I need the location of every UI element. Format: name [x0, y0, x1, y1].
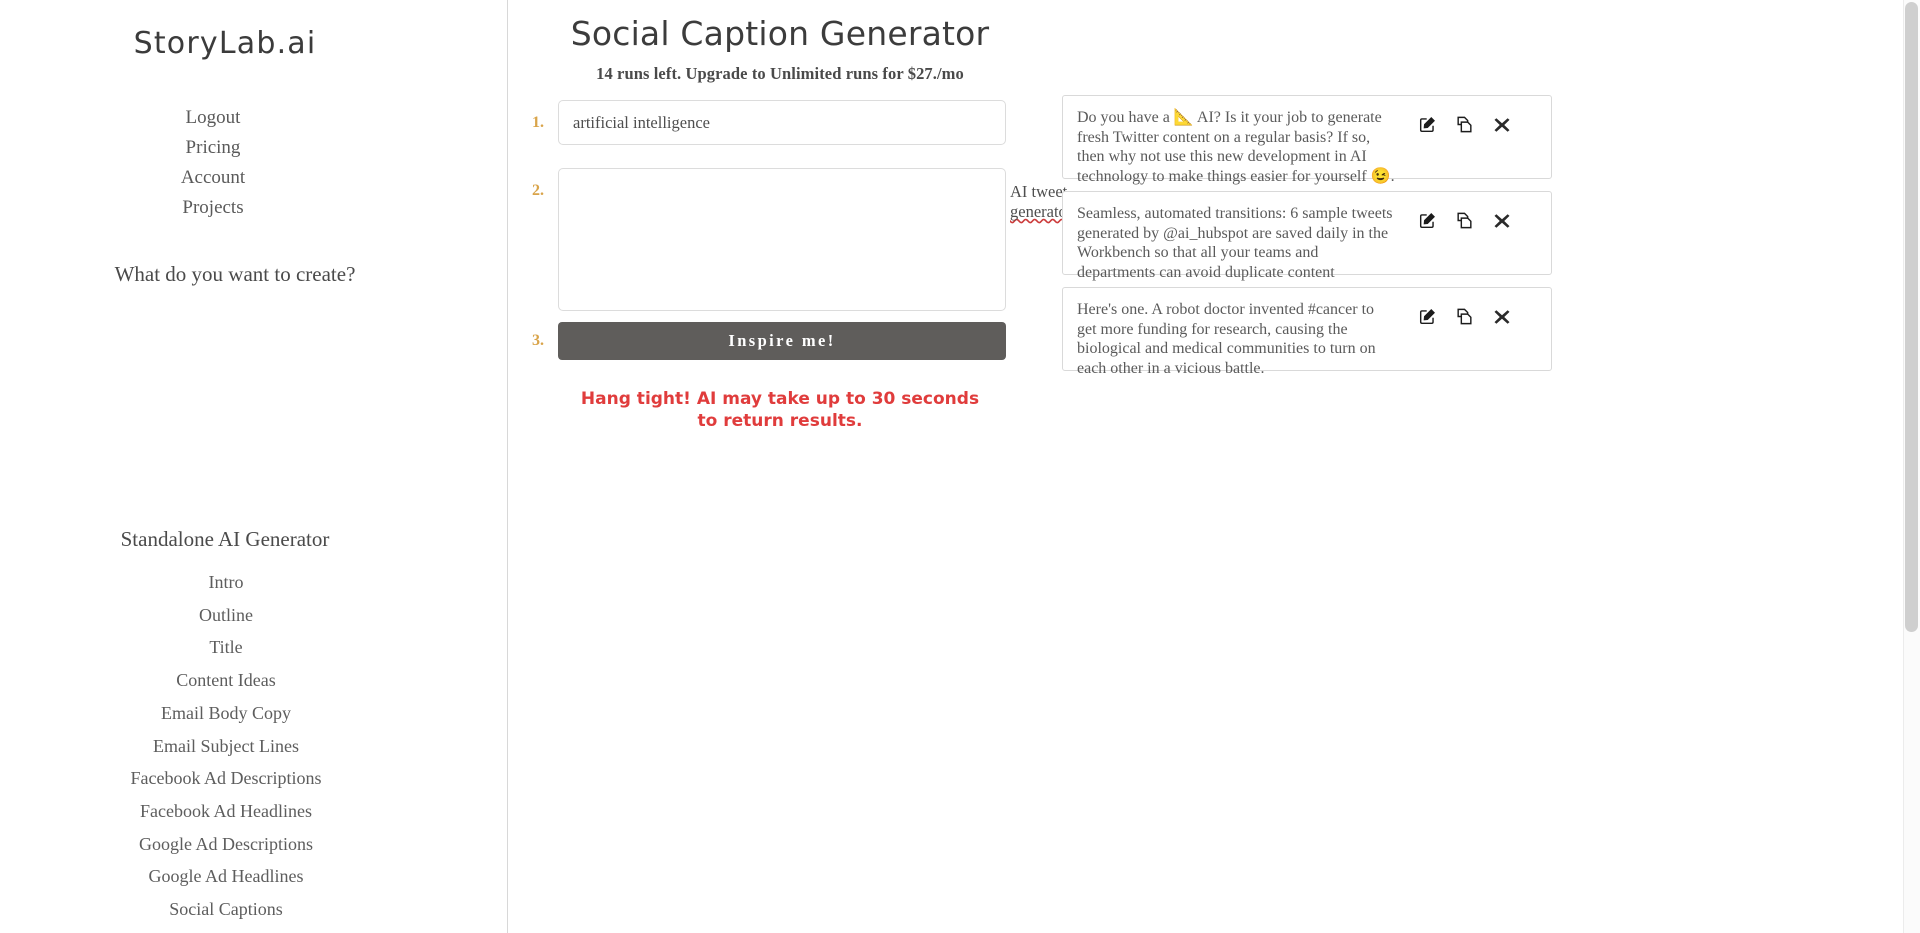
form-row-submit: 3. Inspire me!: [532, 322, 1032, 360]
generator-list: Intro Outline Title Content Ideas Email …: [0, 566, 452, 926]
result-card: Here's one. A robot doctor invented #can…: [1062, 287, 1552, 377]
standalone-generator-heading: Standalone AI Generator: [120, 527, 330, 551]
sidebar-item-logout[interactable]: Logout: [0, 103, 426, 133]
step-number-3: 3.: [532, 332, 544, 349]
copy-icon[interactable]: [1454, 306, 1475, 327]
sidebar-item-account[interactable]: Account: [0, 163, 426, 193]
description-textarea[interactable]: [558, 168, 1006, 311]
generator-item-email-subject-lines[interactable]: Email Subject Lines: [0, 730, 452, 763]
delete-icon[interactable]: [1491, 210, 1512, 231]
sidebar-prompt-question: What do you want to create?: [114, 262, 356, 286]
result-card-text: Seamless, automated transitions: 6 sampl…: [1077, 205, 1393, 281]
scrollbar-thumb[interactable]: [1905, 2, 1918, 632]
result-card-actions: [1407, 300, 1512, 327]
generator-item-social-captions[interactable]: Social Captions: [0, 893, 452, 926]
delete-icon[interactable]: [1491, 114, 1512, 135]
generator-item-intro[interactable]: Intro: [0, 566, 452, 599]
right-gutter: [1556, 0, 1903, 933]
sidebar-item-pricing[interactable]: Pricing: [0, 133, 426, 163]
brand-logo: StoryLab.ai: [133, 26, 317, 61]
edit-icon[interactable]: [1417, 114, 1438, 135]
loading-notice: Hang tight! AI may take up to 30 seconds…: [475, 388, 1085, 433]
sidebar-nav: Logout Pricing Account Projects: [0, 103, 426, 223]
form-row-description: 2.: [532, 168, 1032, 311]
generator-item-email-body-copy[interactable]: Email Body Copy: [0, 697, 452, 730]
app-root: StoryLab.ai Logout Pricing Account Proje…: [0, 0, 1920, 933]
result-card-actions: [1407, 108, 1512, 135]
keyword-input[interactable]: [558, 100, 1006, 145]
inspire-me-button[interactable]: Inspire me!: [558, 322, 1006, 360]
sidebar-item-projects[interactable]: Projects: [0, 193, 426, 223]
copy-icon[interactable]: [1454, 114, 1475, 135]
sidebar: StoryLab.ai Logout Pricing Account Proje…: [0, 0, 508, 933]
loading-notice-line-1: Hang tight! AI may take up to 30 seconds: [580, 389, 980, 409]
generator-item-facebook-ad-headlines[interactable]: Facebook Ad Headlines: [0, 795, 452, 828]
result-card: Seamless, automated transitions: 6 sampl…: [1062, 191, 1552, 281]
results-list: Do you have a 📐 AI? Is it your job to ge…: [1062, 95, 1552, 383]
runs-left-notice: 14 runs left. Upgrade to Unlimited runs …: [596, 64, 964, 83]
result-card-text: Do you have a 📐 AI? Is it your job to ge…: [1077, 109, 1395, 185]
step-number-1: 1.: [532, 114, 544, 131]
generator-item-content-ideas[interactable]: Content Ideas: [0, 664, 452, 697]
generator-item-google-ad-headlines[interactable]: Google Ad Headlines: [0, 860, 452, 893]
result-card-text: Here's one. A robot doctor invented #can…: [1077, 301, 1376, 377]
copy-icon[interactable]: [1454, 210, 1475, 231]
edit-icon[interactable]: [1417, 306, 1438, 327]
result-card-actions: [1407, 204, 1512, 231]
result-card: Do you have a 📐 AI? Is it your job to ge…: [1062, 95, 1552, 185]
edit-icon[interactable]: [1417, 210, 1438, 231]
generator-item-facebook-ad-descriptions[interactable]: Facebook Ad Descriptions: [0, 762, 452, 795]
generator-item-outline[interactable]: Outline: [0, 599, 452, 632]
form-row-keyword: 1.: [532, 100, 1032, 145]
loading-notice-line-2: to return results.: [697, 411, 863, 432]
main-panel: Social Caption Generator 14 runs left. U…: [508, 0, 1079, 933]
step-number-2: 2.: [532, 182, 544, 199]
delete-icon[interactable]: [1491, 306, 1512, 327]
page-scrollbar[interactable]: [1903, 0, 1920, 933]
generator-item-title[interactable]: Title: [0, 631, 452, 664]
page-title: Social Caption Generator: [570, 14, 990, 53]
generator-item-google-ad-descriptions[interactable]: Google Ad Descriptions: [0, 828, 452, 861]
